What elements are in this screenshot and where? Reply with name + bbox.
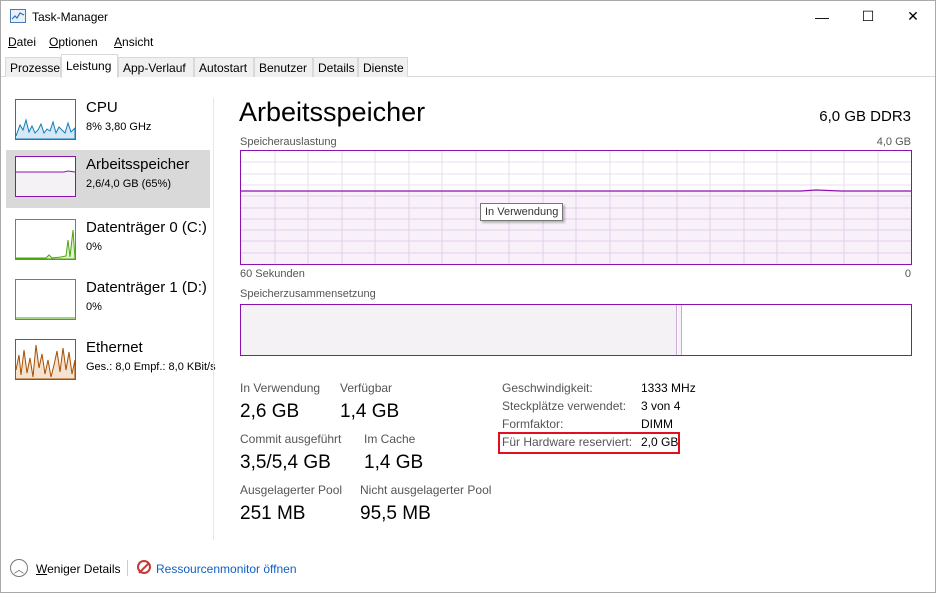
stat-in-use-label: In Verwendung xyxy=(240,381,321,395)
tab-benutzer[interactable]: Benutzer xyxy=(254,57,313,77)
chart-tooltip: In Verwendung xyxy=(480,203,564,221)
tab-prozesse[interactable]: Prozesse xyxy=(5,57,61,77)
menu-label: nsicht xyxy=(122,35,154,49)
stat-available-label: Verfügbar xyxy=(340,381,393,395)
menu-optionen[interactable]: Optionen xyxy=(49,35,98,49)
highlight-annotation xyxy=(498,432,680,454)
footer-separator xyxy=(127,560,128,576)
time-axis-end-label: 0 xyxy=(904,268,911,280)
stat-nonpaged-pool-value: 95,5 MB xyxy=(360,503,431,524)
sidebar-item-title: Datenträger 0 (C:) xyxy=(86,219,207,236)
window-title: Task-Manager xyxy=(32,10,109,24)
fewer-details-label: eniger Details xyxy=(47,562,121,576)
open-resource-monitor-link[interactable]: Ressourcenmonitor öffnen xyxy=(156,562,297,576)
maximize-button[interactable]: ☐ xyxy=(845,1,891,32)
memory-composition-bar xyxy=(240,304,912,356)
stat-available-value: 1,4 GB xyxy=(340,401,400,422)
disk0-graph-thumbnail xyxy=(15,219,76,260)
stat-paged-pool-label: Ausgelagerter Pool xyxy=(240,483,343,497)
menu-accel: D xyxy=(8,35,17,49)
cpu-graph-thumbnail xyxy=(15,99,76,140)
stat-in-use-value: 2,6 GB xyxy=(240,401,300,422)
spec-form-factor-value: DIMM xyxy=(641,417,673,431)
stat-paged-pool-value: 251 MB xyxy=(240,503,306,524)
composition-modified-segment[interactable] xyxy=(678,305,682,355)
spec-form-factor-label: Formfaktor: xyxy=(502,417,564,431)
sidebar-item-subtitle: 8% 3,80 GHz xyxy=(86,121,152,133)
fewer-details-accel: W xyxy=(36,562,48,576)
tab-dienste[interactable]: Dienste xyxy=(358,57,408,77)
sidebar-item-datentraeger-0[interactable]: Datenträger 0 (C:) 0% xyxy=(6,213,210,271)
stat-committed-label: Commit ausgeführt xyxy=(240,432,342,446)
sidebar-item-cpu[interactable]: CPU 8% 3,80 GHz xyxy=(6,93,210,151)
sidebar-item-subtitle: Ges.: 8,0 Empf.: 8,0 KBit/s xyxy=(86,361,216,373)
memory-spec: 6,0 GB DDR3 xyxy=(819,108,911,125)
usage-chart-max-label: 4,0 GB xyxy=(876,136,911,148)
stat-cached-value: 1,4 GB xyxy=(364,452,424,473)
time-axis-start-label: 60 Sekunden xyxy=(240,268,305,280)
sidebar-divider[interactable] xyxy=(213,98,214,540)
resource-sidebar: CPU 8% 3,80 GHz Arbeitsspeicher 2,6/4,0 … xyxy=(1,77,216,539)
sidebar-item-title: CPU xyxy=(86,99,118,116)
resource-monitor-icon[interactable] xyxy=(137,560,151,574)
tab-app-verlauf[interactable]: App-Verlauf xyxy=(118,57,194,77)
title-bar[interactable]: Task-Manager — ☐ ✕ xyxy=(1,1,935,32)
sidebar-item-title: Datenträger 1 (D:) xyxy=(86,279,207,296)
minimize-icon: — xyxy=(815,8,829,25)
menu-ansicht[interactable]: Ansicht xyxy=(114,35,153,49)
menu-label: ptionen xyxy=(58,35,98,49)
task-manager-window: Task-Manager — ☐ ✕ Datei Optionen Ansich… xyxy=(0,0,936,593)
maximize-icon: ☐ xyxy=(861,8,875,24)
memory-usage-chart xyxy=(240,150,912,265)
tab-autostart[interactable]: Autostart xyxy=(194,57,254,77)
disk1-graph-thumbnail xyxy=(15,279,76,320)
usage-chart-label: Speicherauslastung xyxy=(240,136,337,148)
in-use-area xyxy=(241,191,911,264)
close-icon: ✕ xyxy=(907,8,919,24)
composition-in-use-segment[interactable] xyxy=(241,305,677,355)
composition-chart-label: Speicherzusammensetzung xyxy=(240,288,376,300)
sidebar-item-title: Arbeitsspeicher xyxy=(86,156,190,173)
sidebar-item-subtitle: 2,6/4,0 GB (65%) xyxy=(86,178,171,190)
stat-cached-label: Im Cache xyxy=(364,432,416,446)
page-title: Arbeitsspeicher xyxy=(239,97,426,127)
fewer-details-button[interactable]: Weniger Details xyxy=(36,562,120,576)
tab-bar: Prozesse Leistung App-Verlauf Autostart … xyxy=(1,53,935,78)
close-button[interactable]: ✕ xyxy=(890,1,936,32)
menu-datei[interactable]: Datei xyxy=(8,35,36,49)
stat-nonpaged-pool-label: Nicht ausgelagerter Pool xyxy=(360,483,492,497)
footer: ︿ Weniger Details Ressourcenmonitor öffn… xyxy=(1,554,935,594)
sidebar-item-datentraeger-1[interactable]: Datenträger 1 (D:) 0% xyxy=(6,273,210,331)
menu-label: atei xyxy=(16,35,37,49)
spec-speed-value: 1333 MHz xyxy=(641,381,696,395)
sidebar-item-subtitle: 0% xyxy=(86,241,102,253)
sidebar-item-arbeitsspeicher[interactable]: Arbeitsspeicher 2,6/4,0 GB (65%) xyxy=(6,150,210,208)
menu-accel: A xyxy=(114,35,123,49)
sidebar-item-title: Ethernet xyxy=(86,339,143,356)
tab-leistung[interactable]: Leistung xyxy=(61,54,118,78)
spec-slots-label: Steckplätze verwendet: xyxy=(502,399,627,413)
tab-details[interactable]: Details xyxy=(313,57,358,77)
stat-committed-value: 3,5/5,4 GB xyxy=(240,452,331,473)
spec-slots-value: 3 von 4 xyxy=(641,399,681,413)
chevron-up-icon[interactable]: ︿ xyxy=(10,559,28,577)
minimize-button[interactable]: — xyxy=(799,1,845,32)
ethernet-graph-thumbnail xyxy=(15,339,76,380)
menu-bar: Datei Optionen Ansicht xyxy=(1,32,935,52)
spec-speed-label: Geschwindigkeit: xyxy=(502,381,593,395)
memory-graph-thumbnail xyxy=(15,156,76,197)
sidebar-item-subtitle: 0% xyxy=(86,301,102,313)
sidebar-item-ethernet[interactable]: Ethernet Ges.: 8,0 Empf.: 8,0 KBit/s xyxy=(6,333,216,391)
memory-usage-graph xyxy=(241,151,911,264)
menu-accel: O xyxy=(49,35,59,49)
task-manager-icon xyxy=(10,9,26,23)
